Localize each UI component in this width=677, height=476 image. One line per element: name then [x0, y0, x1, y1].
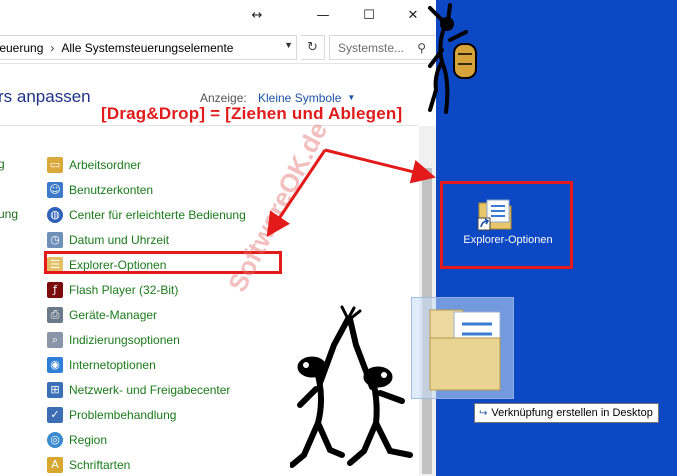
list-item[interactable]: ⎙ Geräte-Manager — [47, 302, 287, 327]
list-item[interactable]: ☺ Benutzerkonten — [47, 177, 287, 202]
maximize-button[interactable]: ☐ — [346, 0, 392, 30]
search-placeholder: Systemste... — [338, 40, 405, 55]
fonts-icon: A — [47, 456, 63, 473]
list-item[interactable]: ⊞ Netzwerk- und Freigabecenter — [47, 377, 287, 402]
mascot-icon — [428, 3, 477, 114]
drag-drop-annotation: [Drag&Drop] = [Ziehen und Ablegen] — [101, 104, 403, 123]
folder-options-drag-icon — [429, 309, 501, 391]
indexing-icon: ⌕ — [47, 331, 63, 348]
list-item[interactable]: A Schriftarten — [47, 452, 287, 476]
refresh-button[interactable]: ↻ — [301, 35, 325, 60]
device-manager-icon: ⎙ — [47, 306, 63, 323]
dancing-figures-icon — [290, 305, 413, 468]
breadcrumb-item-alle-elemente[interactable]: Alle Systemsteuerungselemente — [61, 41, 233, 55]
breadcrumb-item-systemsteuerung[interactable]: teuerung — [0, 41, 43, 55]
divider — [0, 125, 418, 126]
refresh-icon: ↻ — [307, 40, 318, 55]
internet-icon: ◉ — [47, 356, 63, 373]
drop-tooltip: ↪ Verknüpfung erstellen in Desktop — [474, 403, 659, 423]
shortcut-arrow-icon: ↪ — [479, 407, 488, 419]
troubleshoot-icon: ✓ — [47, 406, 63, 423]
users-icon: ☺ — [47, 181, 63, 198]
clock-icon: ◷ — [47, 231, 63, 248]
globe-icon: ◎ — [47, 431, 63, 448]
minimize-button[interactable]: — — [300, 0, 346, 30]
folder-sync-icon: ▭ — [47, 156, 63, 173]
folder-options-shortcut-icon[interactable] — [477, 197, 513, 231]
left-column-fragment[interactable]: g — [0, 157, 5, 171]
accessibility-icon: ◍ — [47, 206, 63, 223]
list-item[interactable]: ✓ Problembehandlung — [47, 402, 287, 427]
chevron-down-icon[interactable]: ▼ — [284, 40, 293, 50]
breadcrumb[interactable]: teuerung › Alle Systemsteuerungselemente… — [0, 35, 297, 60]
view-label: Anzeige: — [200, 91, 247, 105]
desktop-shortcut-label[interactable]: Explorer-Optionen — [446, 234, 570, 246]
control-panel-items: ▭ Arbeitsordner ☺ Benutzerkonten ◍ Cente… — [47, 152, 287, 476]
page-title: rs anpassen — [0, 87, 91, 106]
chevron-down-icon: ▼ — [347, 93, 356, 102]
list-item[interactable]: ◉ Internetoptionen — [47, 352, 287, 377]
address-bar: teuerung › Alle Systemsteuerungselemente… — [0, 31, 436, 64]
chevron-right-icon: › — [50, 40, 55, 55]
network-icon: ⊞ — [47, 381, 63, 398]
list-item[interactable]: ⌕ Indizierungsoptionen — [47, 327, 287, 352]
title-bar: ↔ — ☐ ✕ — [0, 0, 436, 30]
left-column-fragment[interactable]: ung — [0, 207, 18, 221]
list-item[interactable]: ▭ Arbeitsordner — [47, 152, 287, 177]
resize-cursor-icon: ↔ — [251, 7, 263, 23]
list-item[interactable]: ◎ Region — [47, 427, 287, 452]
drag-preview — [411, 297, 514, 399]
flash-icon: ƒ — [47, 281, 63, 298]
view-dropdown[interactable]: Kleine Symbole ▼ — [258, 91, 355, 105]
